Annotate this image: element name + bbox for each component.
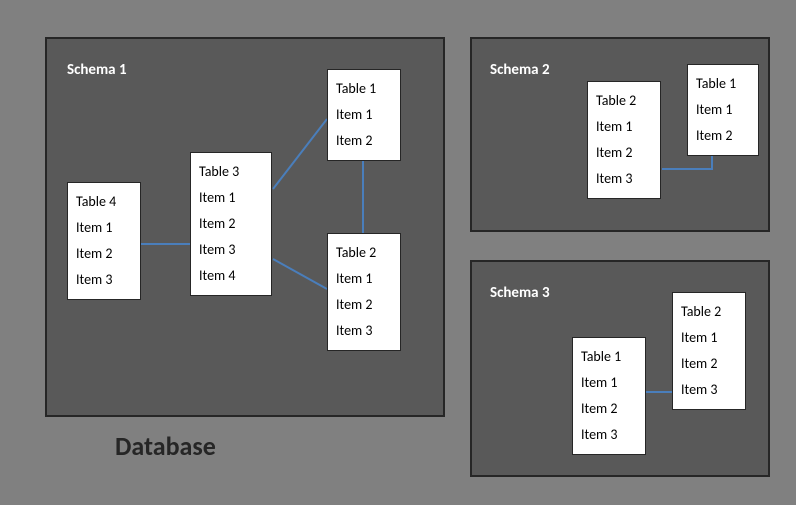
schema-1-table-3: Table 3 Item 1 Item 2 Item 3 Item 4 xyxy=(190,152,272,296)
database-label: Database xyxy=(115,430,216,462)
schema-1: Schema 1 Table 4 Item 1 Item 2 Item 3 Ta… xyxy=(45,37,445,417)
table-item: Item 2 xyxy=(199,211,263,237)
table-item: Item 3 xyxy=(681,377,737,403)
table-name: Table 4 xyxy=(76,189,132,215)
table-item: Item 4 xyxy=(199,263,263,289)
table-item: Item 3 xyxy=(596,166,652,192)
table-item: Item 1 xyxy=(681,325,737,351)
table-name: Table 2 xyxy=(336,240,392,266)
table-item: Item 1 xyxy=(199,185,263,211)
table-item: Item 3 xyxy=(336,318,392,344)
table-item: Item 2 xyxy=(581,396,637,422)
table-item: Item 3 xyxy=(199,237,263,263)
schema-2-table-1: Table 1 Item 1 Item 2 xyxy=(687,64,759,156)
schema-3: Schema 3 Table 1 Item 1 Item 2 Item 3 Ta… xyxy=(470,260,770,477)
table-item: Item 2 xyxy=(76,241,132,267)
table-name: Table 1 xyxy=(336,76,392,102)
schema-1-table-1: Table 1 Item 1 Item 2 xyxy=(327,69,401,161)
table-item: Item 1 xyxy=(596,114,652,140)
schema-3-table-1: Table 1 Item 1 Item 2 Item 3 xyxy=(572,337,646,455)
table-item: Item 1 xyxy=(336,266,392,292)
table-item: Item 2 xyxy=(336,292,392,318)
table-name: Table 1 xyxy=(581,344,637,370)
table-item: Item 3 xyxy=(581,422,637,448)
schema-2-table-2: Table 2 Item 1 Item 2 Item 3 xyxy=(587,81,661,199)
table-item: Item 1 xyxy=(581,370,637,396)
schema-3-table-2: Table 2 Item 1 Item 2 Item 3 xyxy=(672,292,746,410)
table-item: Item 2 xyxy=(696,123,750,149)
database-canvas: Schema 1 Table 4 Item 1 Item 2 Item 3 Ta… xyxy=(0,0,796,505)
table-item: Item 2 xyxy=(681,351,737,377)
table-name: Table 3 xyxy=(199,159,263,185)
table-name: Table 1 xyxy=(696,71,750,97)
table-item: Item 1 xyxy=(696,97,750,123)
table-item: Item 1 xyxy=(336,102,392,128)
table-item: Item 2 xyxy=(596,140,652,166)
table-item: Item 2 xyxy=(336,128,392,154)
schema-2: Schema 2 Table 2 Item 1 Item 2 Item 3 Ta… xyxy=(470,37,770,232)
schema-1-table-4: Table 4 Item 1 Item 2 Item 3 xyxy=(67,182,141,300)
table-item: Item 3 xyxy=(76,267,132,293)
table-name: Table 2 xyxy=(596,88,652,114)
table-name: Table 2 xyxy=(681,299,737,325)
schema-1-table-2: Table 2 Item 1 Item 2 Item 3 xyxy=(327,233,401,351)
table-item: Item 1 xyxy=(76,215,132,241)
